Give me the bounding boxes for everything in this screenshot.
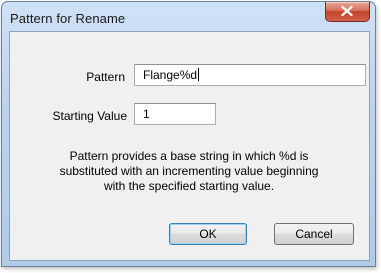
close-button[interactable]	[325, 2, 370, 22]
pattern-input[interactable]: Flange%d	[134, 64, 366, 86]
text-caret	[198, 68, 200, 81]
pattern-input-value: Flange%d	[143, 68, 198, 82]
cancel-button[interactable]: Cancel	[274, 223, 354, 245]
close-icon	[341, 6, 353, 16]
starting-value-input[interactable]: 1	[134, 103, 216, 125]
title-bar[interactable]: Pattern for Rename	[2, 2, 375, 30]
description-line-3: with the specified starting value.	[103, 179, 275, 193]
rename-pattern-dialog: Pattern for Rename Pattern Flange%d Star…	[1, 1, 376, 267]
starting-value-label: Starting Value	[52, 109, 128, 123]
dialog-body: Pattern Flange%d Starting Value 1 Patter…	[9, 31, 370, 261]
description-line-1: Pattern provides a base string in which …	[69, 149, 309, 163]
dialog-title: Pattern for Rename	[10, 11, 126, 26]
starting-value-input-value: 1	[143, 107, 150, 121]
pattern-description: Pattern provides a base string in which …	[24, 149, 354, 194]
pattern-label: Pattern	[86, 70, 125, 84]
description-line-2: substituted with an incrementing value b…	[59, 164, 319, 178]
ok-button[interactable]: OK	[169, 223, 247, 245]
